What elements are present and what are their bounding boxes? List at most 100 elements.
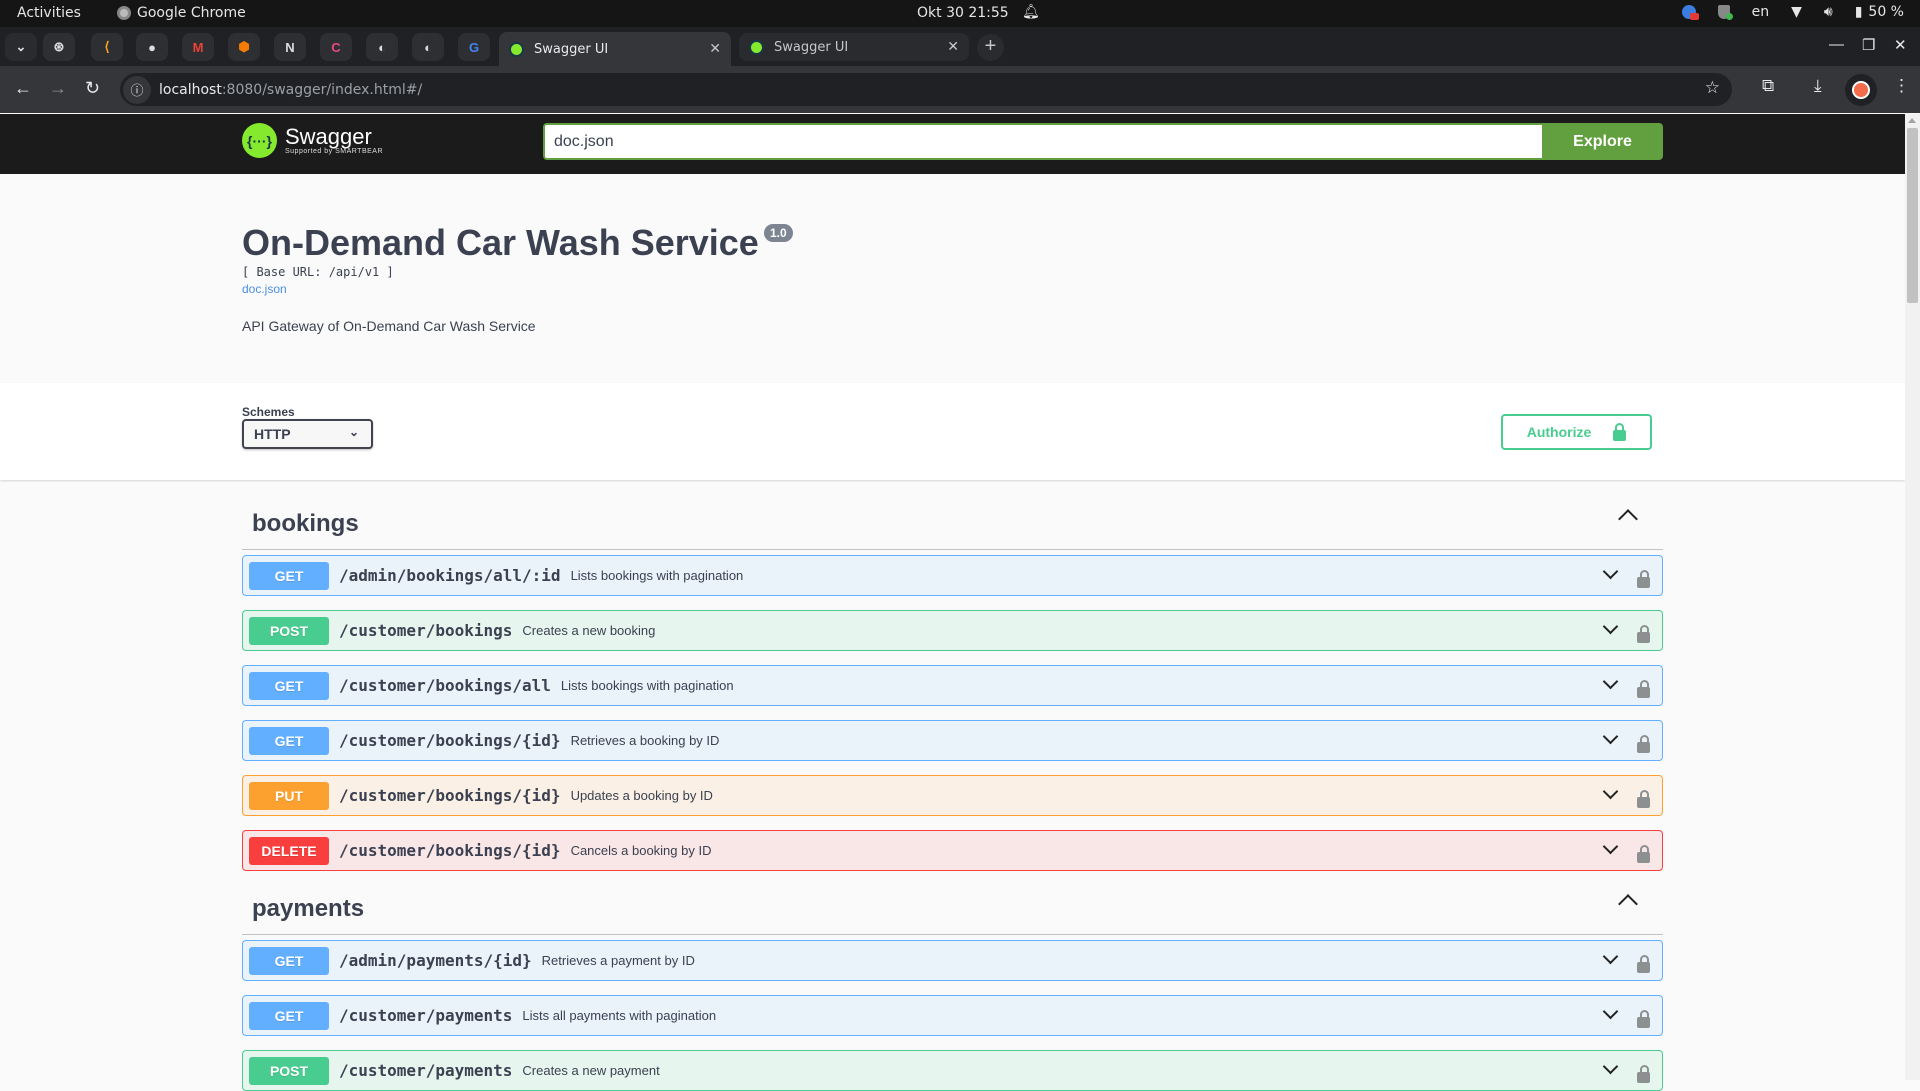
chevron-down-icon[interactable] [1602,563,1619,580]
schemes-label: Schemes [242,405,295,419]
reload-button[interactable]: ↻ [85,78,100,99]
clock[interactable]: Okt 30 21:55 [917,5,1009,21]
chevron-up-icon[interactable] [1618,509,1638,529]
github-icon: ● [148,39,156,55]
operation-path: /customer/bookings/{id} [339,841,561,860]
chevron-up-icon[interactable] [1618,894,1638,914]
tab-title: Swagger UI [774,39,849,55]
operation-row[interactable]: GET /customer/bookings/all Lists booking… [242,665,1663,706]
site-info-icon[interactable]: ⓘ [123,75,151,104]
chevron-down-icon[interactable] [1602,618,1619,635]
notification-app-icon[interactable] [1681,5,1699,20]
unlock-icon[interactable] [1637,1065,1650,1083]
notion-icon: N [285,39,295,55]
chrome-menu-icon[interactable]: ⋮ [1893,76,1910,96]
operation-row[interactable]: GET /admin/payments/{id} Retrieves a pay… [242,940,1663,981]
unlock-icon[interactable] [1637,1010,1650,1028]
volume-icon: 🔊︎ [1823,4,1833,20]
minimize-button[interactable]: — [1829,36,1844,53]
activities-button[interactable]: Activities [17,5,81,21]
operation-summary: Creates a new payment [522,1063,660,1078]
schemes-select[interactable]: HTTP ⌄ [242,419,373,449]
chevron-down-icon[interactable] [1602,1003,1619,1020]
unlock-icon[interactable] [1637,570,1650,588]
unlock-icon[interactable] [1637,790,1650,808]
operation-row[interactable]: PUT /customer/bookings/{id} Updates a bo… [242,775,1663,816]
address-bar[interactable]: ⓘ localhost:8080/swagger/index.html#/ ☆ [120,73,1732,106]
operation-row[interactable]: POST /customer/payments Creates a new pa… [242,1050,1663,1091]
swagger-logo-icon: {···} [242,123,277,158]
unlock-icon[interactable] [1637,845,1650,863]
tag-header-bookings[interactable]: bookings [242,500,1663,550]
spec-link[interactable]: doc.json [242,282,287,296]
chrome-icon [117,6,131,20]
url-text[interactable]: localhost:8080/swagger/index.html#/ [159,82,422,98]
chevron-down-icon: ⌄ [348,425,359,439]
pinned-tab-globe-2[interactable]: ◐ [412,33,444,61]
system-tray[interactable]: en ▼ 🔊︎ ▮ 50 % [1681,4,1904,20]
forward-button[interactable]: → [49,78,67,99]
chevron-down-icon[interactable] [1602,838,1619,855]
globe-icon: ◐ [378,39,386,55]
page-scrollbar[interactable] [1905,114,1920,1080]
unlock-icon [1613,422,1627,441]
operation-row[interactable]: DELETE /customer/bookings/{id} Cancels a… [242,830,1663,871]
download-icon[interactable]: ⤓ [1814,76,1822,96]
spec-url-input[interactable]: doc.json [543,123,1543,160]
back-button[interactable]: ← [14,78,32,99]
scrollbar-thumb[interactable] [1907,128,1918,303]
tab-search-button[interactable]: ⌄ [5,33,37,61]
os-top-bar: Activities Google Chrome Okt 30 21:55 🔔︎… [0,0,1920,27]
pinned-tab-github[interactable]: ● [136,33,168,61]
chevron-down-icon[interactable] [1602,783,1619,800]
close-tab-icon[interactable]: ✕ [947,39,959,55]
method-badge: GET [249,726,329,755]
close-tab-icon[interactable]: ✕ [709,41,721,57]
operation-row[interactable]: POST /customer/bookings Creates a new bo… [242,610,1663,651]
tab-swagger-ui[interactable]: Swagger UI ✕ [739,33,969,61]
language-indicator[interactable]: en [1752,4,1770,20]
chevron-down-icon[interactable] [1602,948,1619,965]
authorize-button[interactable]: Authorize [1501,414,1652,450]
pinned-tab-globe-1[interactable]: ◐ [366,33,398,61]
pinned-tab-clickup[interactable]: C [320,33,352,61]
extensions-icon[interactable]: ⧉ [1762,76,1774,96]
chevron-down-icon[interactable] [1602,728,1619,745]
explore-button[interactable]: Explore [1542,123,1663,160]
tag-header-payments[interactable]: payments [242,885,1663,935]
swagger-logo[interactable]: {···} Swagger Supported by SMARTBEAR [242,123,383,158]
new-tab-button[interactable]: + [977,34,1004,61]
security-shield-icon[interactable] [1717,5,1733,20]
pinned-tab-leetcode[interactable]: ⟨ [91,33,123,61]
swagger-topbar: {···} Swagger Supported by SMARTBEAR doc… [0,114,1905,174]
method-badge: GET [249,1001,329,1030]
profile-avatar[interactable] [1845,74,1877,106]
pinned-tab-chatgpt[interactable]: ⊛ [43,33,75,61]
scroll-up-arrow-icon[interactable] [1908,118,1916,123]
pinned-tab-gmail[interactable]: M [182,33,214,61]
close-window-button[interactable]: ✕ [1894,36,1907,54]
operation-summary: Lists all payments with pagination [522,1008,717,1023]
tab-swagger-ui-active[interactable]: Swagger UI ✕ [499,32,731,66]
unlock-icon[interactable] [1637,735,1650,753]
app-menu[interactable]: Google Chrome [117,5,246,21]
pinned-tab-notion[interactable]: N [274,33,306,61]
chevron-down-icon[interactable] [1602,673,1619,690]
pinned-tab-translate[interactable]: G [458,33,490,61]
method-badge: DELETE [249,836,329,865]
unlock-icon[interactable] [1637,680,1650,698]
chevron-down-icon[interactable] [1602,1058,1619,1075]
operation-summary: Updates a booking by ID [570,788,713,803]
bookmark-star-icon[interactable]: ☆ [1705,78,1720,98]
operation-summary: Lists bookings with pagination [570,568,744,583]
operation-row[interactable]: GET /admin/bookings/all/:id Lists bookin… [242,555,1663,596]
battery-icon: ▮ [1854,4,1863,20]
unlock-icon[interactable] [1637,955,1650,973]
chatgpt-icon: ⊛ [53,39,65,54]
operation-row[interactable]: GET /customer/payments Lists all payment… [242,995,1663,1036]
unlock-icon[interactable] [1637,625,1650,643]
api-info: On-Demand Car Wash Service 1.0 [ Base UR… [0,174,1905,383]
pinned-tab-box[interactable]: ⬢ [228,33,260,61]
operation-row[interactable]: GET /customer/bookings/{id} Retrieves a … [242,720,1663,761]
restore-button[interactable]: ❐ [1862,36,1875,54]
